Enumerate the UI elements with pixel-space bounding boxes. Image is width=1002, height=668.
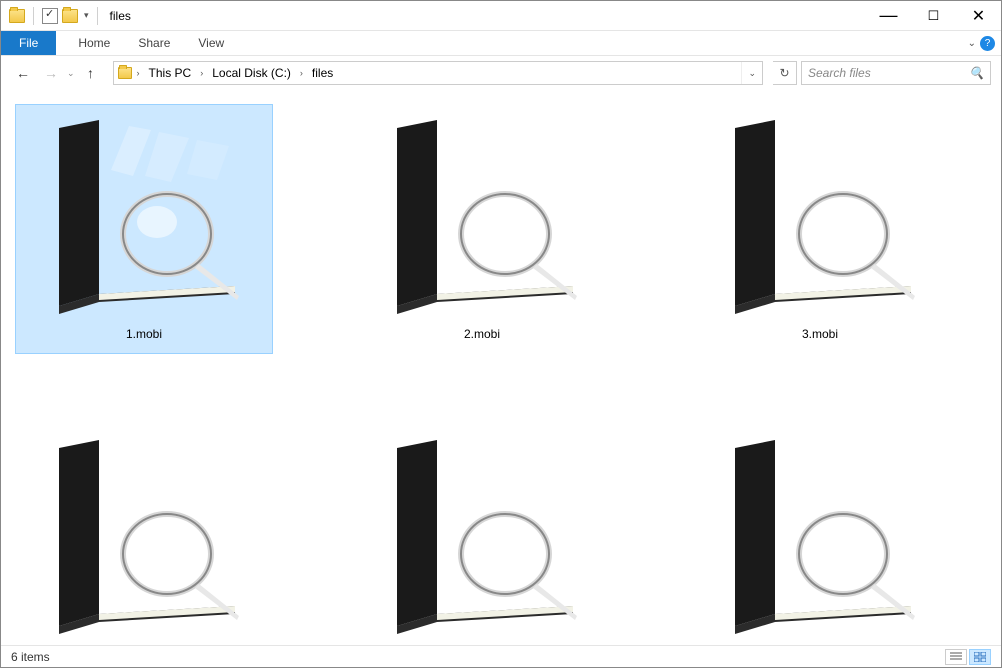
file-icon [34, 431, 254, 641]
view-toggles [945, 649, 991, 665]
file-icon [710, 111, 930, 321]
ribbon-expand-icon[interactable]: ⌄ [968, 38, 976, 49]
file-item[interactable]: 6.mobi [691, 424, 949, 648]
quick-access-toolbar: ▾ [9, 7, 102, 25]
help-icon[interactable]: ? [980, 36, 995, 51]
file-tab[interactable]: File [1, 31, 56, 55]
breadcrumb-segment[interactable]: This PC [145, 62, 196, 84]
address-bar[interactable]: › This PC › Local Disk (C:) › files ⌄ [113, 61, 763, 85]
back-button[interactable]: ← [11, 61, 35, 85]
search-placeholder: Search files [808, 66, 871, 80]
file-item[interactable]: 1.mobi [15, 104, 273, 354]
chevron-right-icon[interactable]: › [134, 68, 143, 78]
file-label: 2.mobi [464, 327, 500, 341]
ribbon-tabs: File Home Share View ⌄ ? [1, 31, 1001, 56]
file-item[interactable]: 5.mobi [353, 424, 611, 648]
search-input[interactable]: Search files 🔍 [801, 61, 991, 85]
folder-icon [118, 67, 132, 79]
qat-dropdown-icon[interactable]: ▾ [84, 10, 89, 21]
tab-home[interactable]: Home [64, 31, 124, 55]
separator [97, 7, 98, 25]
window-title: files [110, 9, 131, 23]
breadcrumb-segment[interactable]: files [308, 62, 337, 84]
file-label: 1.mobi [126, 327, 162, 341]
item-count: 6 items [11, 650, 50, 664]
tab-share[interactable]: Share [124, 31, 184, 55]
separator [33, 7, 34, 25]
title-bar: ▾ files — ☐ ✕ [1, 1, 1001, 31]
minimize-button[interactable]: — [866, 1, 911, 30]
chevron-right-icon[interactable]: › [297, 68, 306, 78]
tab-view[interactable]: View [184, 31, 238, 55]
chevron-right-icon[interactable]: › [197, 68, 206, 78]
file-item[interactable]: 4.mobi [15, 424, 273, 648]
maximize-button[interactable]: ☐ [911, 1, 956, 30]
large-icons-view-button[interactable] [969, 649, 991, 665]
details-view-button[interactable] [945, 649, 967, 665]
forward-button[interactable]: → [39, 61, 63, 85]
navigation-bar: ← → ⌄ ↑ › This PC › Local Disk (C:) › fi… [1, 56, 1001, 90]
file-icon [372, 111, 592, 321]
status-bar: 6 items [1, 645, 1001, 667]
address-dropdown-icon[interactable]: ⌄ [741, 62, 762, 84]
file-icon [34, 111, 254, 321]
breadcrumb-segment[interactable]: Local Disk (C:) [208, 62, 295, 84]
file-icon [372, 431, 592, 641]
file-item[interactable]: 3.mobi [691, 104, 949, 354]
close-button[interactable]: ✕ [956, 1, 1001, 30]
window-controls: — ☐ ✕ [866, 1, 1001, 30]
file-item[interactable]: 2.mobi [353, 104, 611, 354]
qat-new-folder-icon[interactable] [62, 9, 78, 23]
app-icon[interactable] [9, 9, 25, 23]
file-label: 3.mobi [802, 327, 838, 341]
qat-properties-toggle[interactable] [42, 8, 58, 24]
file-icon [710, 431, 930, 641]
up-button[interactable]: ↑ [79, 61, 103, 85]
recent-locations-icon[interactable]: ⌄ [67, 68, 75, 79]
search-icon: 🔍 [969, 66, 984, 80]
refresh-button[interactable]: ↻ [773, 61, 797, 85]
file-list[interactable]: 1.mobi 2.mobi 3.mobi 4.mobi 5.mobi 6.mob… [1, 90, 1001, 648]
